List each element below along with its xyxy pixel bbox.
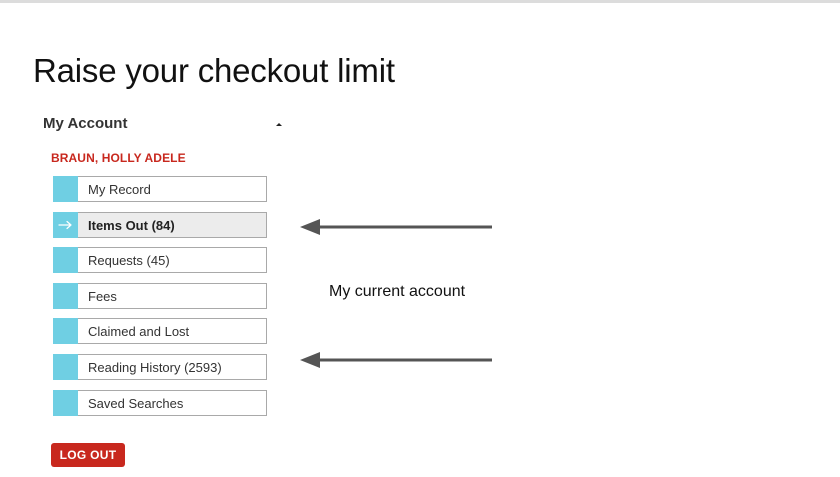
patron-name: BRAUN, HOLLY ADELE xyxy=(51,151,186,165)
account-nav: My Record Items Out (84) Requests (45) F… xyxy=(53,176,267,425)
account-section-header[interactable]: My Account xyxy=(43,115,283,135)
nav-item-label: Reading History (2593) xyxy=(88,359,222,375)
arrow-left-icon xyxy=(300,219,492,235)
nav-item-marker xyxy=(53,211,78,238)
nav-item-label: Saved Searches xyxy=(88,395,184,411)
nav-item-my-record[interactable]: My Record xyxy=(53,176,267,202)
nav-item-marker xyxy=(53,282,78,309)
nav-item-items-out[interactable]: Items Out (84) xyxy=(53,211,267,238)
arrow-right-icon xyxy=(58,220,72,229)
annotation-label: My current account xyxy=(329,283,466,300)
nav-item-label: My Record xyxy=(88,182,151,197)
caret-up-icon[interactable] xyxy=(273,117,285,129)
nav-item-saved-searches[interactable]: Saved Searches xyxy=(53,389,267,416)
nav-item-reading-history[interactable]: Reading History (2593) xyxy=(53,353,267,380)
top-divider xyxy=(0,0,840,3)
nav-item-label: Fees xyxy=(88,288,117,304)
nav-item-requests[interactable]: Requests (45) xyxy=(53,247,267,274)
page-title: Raise your checkout limit xyxy=(33,52,395,89)
nav-item-marker xyxy=(53,353,78,380)
logout-button[interactable]: LOG OUT xyxy=(51,443,125,467)
nav-item-label: Claimed and Lost xyxy=(88,324,190,340)
nav-item-marker xyxy=(53,318,78,345)
nav-item-marker xyxy=(53,389,78,416)
nav-item-marker xyxy=(53,247,78,274)
nav-item-marker xyxy=(53,176,78,202)
account-title: My Account xyxy=(43,115,128,132)
nav-item-label: Items Out (84) xyxy=(88,217,175,233)
nav-item-label: Requests (45) xyxy=(88,253,170,269)
nav-item-fees[interactable]: Fees xyxy=(53,282,267,309)
arrow-left-icon xyxy=(300,352,492,368)
nav-item-claimed-and-lost[interactable]: Claimed and Lost xyxy=(53,318,267,345)
